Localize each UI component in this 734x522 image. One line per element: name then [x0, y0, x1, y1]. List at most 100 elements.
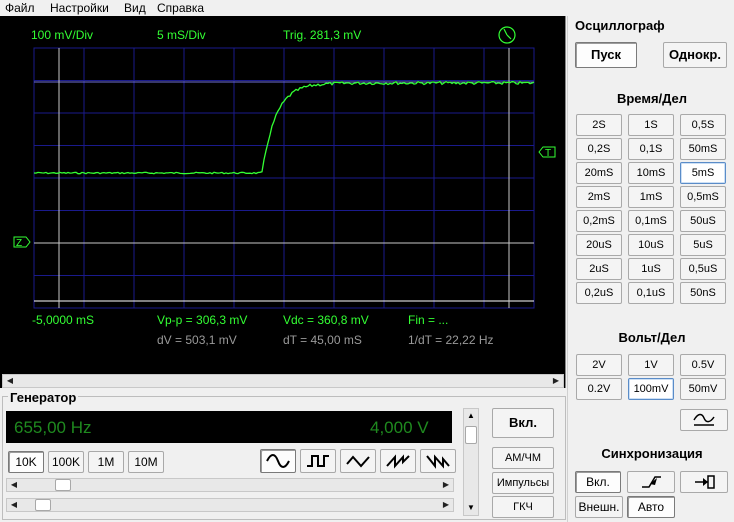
menu-file[interactable]: Файл: [5, 1, 35, 15]
triangle-wave-button[interactable]: [340, 449, 376, 473]
time-div-button[interactable]: 50mS: [680, 138, 726, 160]
vertical-scroll-thumb[interactable]: [465, 426, 477, 444]
time-div-button[interactable]: 1mS: [628, 186, 674, 208]
dt-readout: dT = 45,00 mS: [283, 333, 362, 347]
scope-display[interactable]: 100 mV/Div 5 mS/Div Trig. 281,3 mV T Z -…: [0, 16, 566, 374]
sawtooth-up-icon: [386, 454, 410, 469]
scroll-up-icon[interactable]: ▲: [464, 409, 478, 423]
sweep-button[interactable]: ГКЧ: [492, 496, 554, 518]
single-shot-button[interactable]: Однокр.: [663, 42, 727, 68]
volt-div-button[interactable]: 1V: [628, 354, 674, 376]
time-div-button[interactable]: 1S: [628, 114, 674, 136]
input-arrow-icon: [695, 475, 715, 489]
scroll-left-icon[interactable]: ◀: [7, 479, 21, 491]
time-div-button[interactable]: 10uS: [628, 234, 674, 256]
rising-edge-icon: [642, 476, 661, 488]
time-div-button[interactable]: 1uS: [628, 258, 674, 280]
time-div-button[interactable]: 10mS: [628, 162, 674, 184]
sawtooth-down-icon: [426, 454, 450, 469]
sync-input-button[interactable]: [680, 471, 728, 493]
time-div-button[interactable]: 2mS: [576, 186, 622, 208]
vdc-readout: Vdc = 360,8 mV: [283, 313, 369, 327]
frequency-slider-thumb[interactable]: [55, 479, 71, 491]
scope-grid: [33, 47, 535, 309]
time-div-button[interactable]: 0,2S: [576, 138, 622, 160]
ac-coupling-icon: [693, 413, 715, 426]
clock-icon[interactable]: [498, 26, 516, 44]
volt-div-button[interactable]: 50mV: [680, 378, 726, 400]
sine-icon: [266, 454, 290, 468]
scroll-right-icon[interactable]: ▶: [439, 479, 453, 491]
time-div-button[interactable]: 0,2mS: [576, 210, 622, 232]
start-button[interactable]: Пуск: [575, 42, 637, 68]
time-div-button[interactable]: 50uS: [680, 210, 726, 232]
time-div-button[interactable]: 0,1S: [628, 138, 674, 160]
range-1m-button[interactable]: 1M: [88, 451, 124, 473]
square-wave-button[interactable]: [300, 449, 336, 473]
sync-auto-button[interactable]: Авто: [627, 496, 675, 518]
menu-help[interactable]: Справка: [157, 1, 204, 15]
scroll-left-icon[interactable]: ◀: [3, 375, 17, 387]
square-icon: [307, 455, 329, 467]
am-fm-button[interactable]: АМ/ЧМ: [492, 447, 554, 469]
time-div-button[interactable]: 0,5uS: [680, 258, 726, 280]
time-div-button[interactable]: 50nS: [680, 282, 726, 304]
volt-div-button[interactable]: 100mV: [628, 378, 674, 400]
time-div-button[interactable]: 5uS: [680, 234, 726, 256]
time-div-button[interactable]: 20uS: [576, 234, 622, 256]
coupling-button[interactable]: [680, 409, 728, 431]
scope-scrollbar[interactable]: ◀ ▶: [2, 374, 564, 388]
svg-text:Z: Z: [16, 238, 22, 249]
time-div-button[interactable]: 0,5S: [680, 114, 726, 136]
range-100k-button[interactable]: 100K: [48, 451, 84, 473]
time-offset-readout: -5,0000 mS: [32, 313, 94, 327]
time-div-button[interactable]: 2S: [576, 114, 622, 136]
trigger-level-label: Trig. 281,3 mV: [283, 28, 361, 42]
trigger-marker[interactable]: T: [538, 146, 556, 159]
oscilloscope-screen: 100 mV/Div 5 mS/Div Trig. 281,3 mV T Z -…: [0, 16, 566, 388]
svg-text:T: T: [545, 148, 551, 159]
scroll-right-icon[interactable]: ▶: [549, 375, 563, 387]
volts-div-label: 100 mV/Div: [31, 28, 93, 42]
oscilloscope-title: Осциллограф: [575, 18, 665, 33]
sine-wave-button[interactable]: [260, 449, 296, 473]
time-div-button[interactable]: 0,1mS: [628, 210, 674, 232]
generator-vertical-scrollbar[interactable]: ▲ ▼: [463, 408, 479, 516]
vpp-readout: Vp-p = 306,3 mV: [157, 313, 247, 327]
time-div-button[interactable]: 5mS: [680, 162, 726, 184]
amplitude-slider-thumb[interactable]: [35, 499, 51, 511]
inv-dt-readout: 1/dT = 22,22 Hz: [408, 333, 494, 347]
time-div-button[interactable]: 2uS: [576, 258, 622, 280]
pulses-button[interactable]: Импульсы: [492, 472, 554, 494]
range-10k-button[interactable]: 10K: [8, 451, 44, 473]
generator-on-button[interactable]: Вкл.: [492, 408, 554, 438]
zero-marker[interactable]: Z: [13, 236, 31, 249]
menu-view[interactable]: Вид: [124, 1, 146, 15]
time-div-label: 5 mS/Div: [157, 28, 206, 42]
sawtooth-up-button[interactable]: [380, 449, 416, 473]
time-div-button[interactable]: 20mS: [576, 162, 622, 184]
dv-readout: dV = 503,1 mV: [157, 333, 237, 347]
sync-external-button[interactable]: Внешн.: [575, 496, 623, 518]
volt-div-button[interactable]: 2V: [576, 354, 622, 376]
sync-edge-button[interactable]: [627, 471, 675, 493]
time-div-title: Время/Дел: [616, 91, 688, 106]
amplitude-slider[interactable]: ◀ ▶: [6, 498, 454, 512]
time-div-button[interactable]: 0,5mS: [680, 186, 726, 208]
volt-div-button[interactable]: 0.5V: [680, 354, 726, 376]
sawtooth-down-button[interactable]: [420, 449, 456, 473]
fin-readout: Fin = ...: [408, 313, 448, 327]
scroll-right-icon[interactable]: ▶: [439, 499, 453, 511]
generator-frequency: 655,00 Hz: [14, 418, 92, 437]
menu-settings[interactable]: Настройки: [50, 1, 109, 15]
generator-amplitude: 4,000 V: [370, 418, 429, 437]
scroll-down-icon[interactable]: ▼: [464, 501, 478, 515]
scroll-left-icon[interactable]: ◀: [7, 499, 21, 511]
sync-on-button[interactable]: Вкл.: [575, 471, 621, 493]
frequency-slider[interactable]: ◀ ▶: [6, 478, 454, 492]
sync-title: Синхронизация: [601, 446, 703, 461]
range-10m-button[interactable]: 10M: [128, 451, 164, 473]
volt-div-button[interactable]: 0.2V: [576, 378, 622, 400]
time-div-button[interactable]: 0,1uS: [628, 282, 674, 304]
time-div-button[interactable]: 0,2uS: [576, 282, 622, 304]
